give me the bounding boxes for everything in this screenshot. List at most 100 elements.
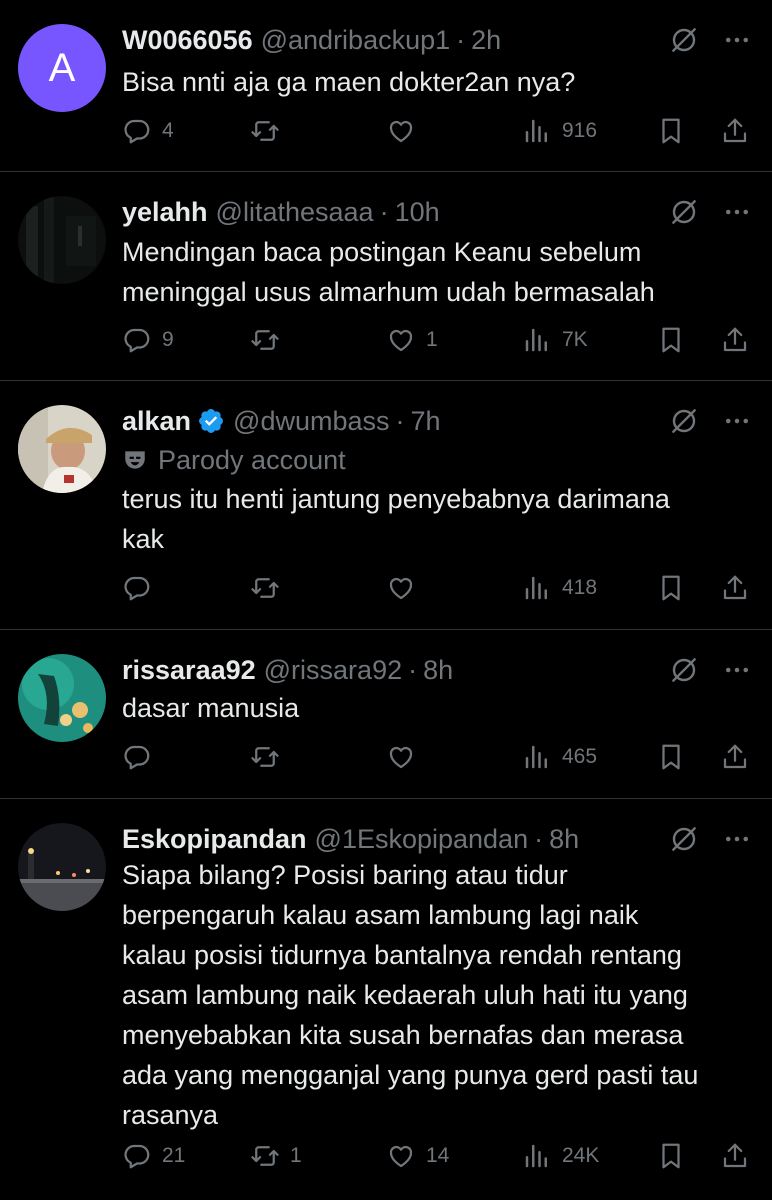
bookmark-button[interactable] — [656, 737, 686, 777]
retweet-button[interactable] — [250, 320, 290, 360]
reply-button[interactable] — [122, 568, 162, 608]
reply-button[interactable] — [122, 737, 162, 777]
bookmark-button[interactable] — [656, 1136, 686, 1176]
grok-icon[interactable] — [668, 405, 700, 437]
tweet[interactable]: A W0066056 @andribackup1 · 2h Bisa nnti … — [0, 0, 772, 172]
like-count: 1 — [426, 328, 438, 351]
reply-icon — [122, 1141, 152, 1171]
reply-count: 9 — [162, 328, 174, 351]
timestamp[interactable]: 7h — [411, 406, 441, 437]
user-handle[interactable]: @litathesaaa — [216, 197, 374, 228]
tweet-header: yelahh @litathesaaa · 10h — [122, 192, 752, 232]
view-count: 24K — [562, 1144, 600, 1167]
grok-icon[interactable] — [668, 654, 700, 686]
views-icon — [522, 1141, 552, 1171]
retweet-button[interactable]: 1 — [250, 1136, 302, 1176]
like-button[interactable]: 1 — [386, 320, 438, 360]
display-name[interactable]: W0066056 — [122, 25, 253, 56]
avatar[interactable] — [18, 196, 106, 284]
views-button[interactable]: 7K — [522, 320, 588, 360]
reply-icon — [122, 742, 152, 772]
like-button[interactable] — [386, 737, 426, 777]
user-handle[interactable]: @1Eskopipandan — [315, 824, 529, 855]
reply-icon — [122, 325, 152, 355]
share-button[interactable] — [720, 320, 750, 360]
parody-label-text: Parody account — [158, 444, 346, 475]
views-icon — [522, 742, 552, 772]
avatar[interactable]: A — [18, 24, 106, 112]
more-icon[interactable] — [722, 25, 752, 55]
view-count: 916 — [562, 119, 598, 142]
tweet-text: dasar manusia — [122, 693, 300, 723]
tweet[interactable]: alkan @dwumbass · 7h Parody account teru… — [0, 381, 772, 630]
share-icon — [720, 1141, 750, 1171]
user-handle[interactable]: @rissara92 — [264, 655, 402, 686]
views-button[interactable]: 465 — [522, 737, 597, 777]
avatar[interactable] — [18, 823, 106, 911]
share-button[interactable] — [720, 111, 750, 151]
more-icon[interactable] — [722, 655, 752, 685]
tweet[interactable]: Eskopipandan @1Eskopipandan · 8h Siapa b… — [0, 799, 772, 1200]
tweet-header: W0066056 @andribackup1 · 2h — [122, 20, 752, 60]
reply-icon — [122, 116, 152, 146]
parody-label: Parody account — [122, 441, 346, 479]
retweet-button[interactable] — [250, 568, 290, 608]
like-button[interactable]: 14 — [386, 1136, 449, 1176]
reply-button[interactable]: 9 — [122, 320, 174, 360]
display-name[interactable]: rissaraa92 — [122, 655, 256, 686]
bookmark-icon — [656, 573, 686, 603]
timestamp[interactable]: 8h — [423, 655, 453, 686]
retweet-button[interactable] — [250, 737, 290, 777]
display-name[interactable]: alkan — [122, 406, 191, 437]
bookmark-button[interactable] — [656, 320, 686, 360]
more-icon[interactable] — [722, 824, 752, 854]
views-icon — [522, 573, 552, 603]
views-button[interactable]: 24K — [522, 1136, 599, 1176]
bookmark-button[interactable] — [656, 568, 686, 608]
retweet-button[interactable] — [250, 111, 290, 151]
display-name[interactable]: Eskopipandan — [122, 824, 307, 855]
retweet-icon — [250, 116, 280, 146]
like-icon — [386, 116, 416, 146]
reply-button[interactable]: 4 — [122, 111, 174, 151]
more-icon[interactable] — [722, 197, 752, 227]
bookmark-icon — [656, 116, 686, 146]
avatar[interactable] — [18, 654, 106, 742]
reply-button[interactable]: 21 — [122, 1136, 185, 1176]
share-button[interactable] — [720, 737, 750, 777]
grok-icon[interactable] — [668, 196, 700, 228]
bookmark-button[interactable] — [656, 111, 686, 151]
views-icon — [522, 325, 552, 355]
action-bar: 465 — [122, 737, 752, 777]
retweet-icon — [250, 325, 280, 355]
like-icon — [386, 742, 416, 772]
action-bar: 21 1 14 24K — [122, 1136, 752, 1176]
tweet-text: Bisa nnti aja ga maen dokter2an nya? — [122, 67, 576, 97]
timestamp[interactable]: 2h — [471, 25, 501, 56]
timestamp[interactable]: 8h — [549, 824, 579, 855]
tweet[interactable]: rissaraa92 @rissara92 · 8h dasar manusia… — [0, 630, 772, 799]
more-icon[interactable] — [722, 406, 752, 436]
reply-count: 21 — [162, 1144, 186, 1167]
like-button[interactable] — [386, 568, 426, 608]
share-icon — [720, 573, 750, 603]
share-icon — [720, 742, 750, 772]
tweet[interactable]: yelahh @litathesaaa · 10h Mendingan baca… — [0, 172, 772, 381]
views-button[interactable]: 418 — [522, 568, 597, 608]
display-name[interactable]: yelahh — [122, 197, 208, 228]
user-handle[interactable]: @andribackup1 — [261, 25, 451, 56]
views-button[interactable]: 916 — [522, 111, 597, 151]
reply-feed: A W0066056 @andribackup1 · 2h Bisa nnti … — [0, 0, 772, 1200]
bookmark-icon — [656, 1141, 686, 1171]
user-handle[interactable]: @dwumbass — [233, 406, 389, 437]
avatar[interactable] — [18, 405, 106, 493]
grok-icon[interactable] — [668, 823, 700, 855]
tweet-text: Mendingan baca postingan Keanu sebelum m… — [122, 237, 655, 307]
timestamp[interactable]: 10h — [395, 197, 440, 228]
like-button[interactable] — [386, 111, 426, 151]
share-button[interactable] — [720, 1136, 750, 1176]
like-icon — [386, 325, 416, 355]
grok-icon[interactable] — [668, 24, 700, 56]
share-button[interactable] — [720, 568, 750, 608]
view-count: 418 — [562, 576, 598, 599]
